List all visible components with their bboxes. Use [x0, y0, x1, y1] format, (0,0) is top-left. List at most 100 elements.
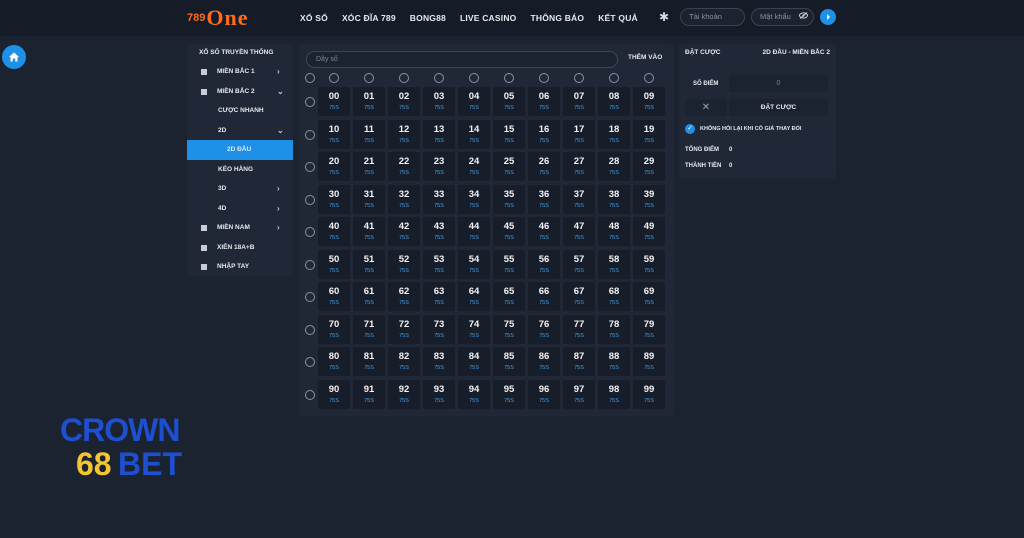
number-cell[interactable]: 62 75S	[388, 282, 420, 311]
number-cell[interactable]: 35 75S	[493, 185, 525, 214]
column-select-radio[interactable]	[434, 73, 444, 83]
number-cell[interactable]: 34 75S	[458, 185, 490, 214]
number-cell[interactable]: 84 75S	[458, 347, 490, 376]
number-cell[interactable]: 41 75S	[353, 217, 385, 246]
number-cell[interactable]: 76 75S	[528, 315, 560, 344]
row-select-radio[interactable]	[305, 227, 315, 237]
username-input[interactable]: Tài khoản	[680, 8, 745, 26]
number-cell[interactable]: 93 75S	[423, 380, 455, 409]
sidebar-item[interactable]: MIỀN BẮC 1 ›	[187, 62, 293, 82]
home-button[interactable]	[2, 45, 26, 69]
number-cell[interactable]: 81 75S	[353, 347, 385, 376]
sidebar-item[interactable]: NHẬP TAY	[187, 257, 293, 277]
number-cell[interactable]: 66 75S	[528, 282, 560, 311]
number-cell[interactable]: 68 75S	[598, 282, 630, 311]
number-cell[interactable]: 51 75S	[353, 250, 385, 279]
number-cell[interactable]: 04 75S	[458, 87, 490, 116]
login-button[interactable]	[820, 9, 836, 25]
number-cell[interactable]: 58 75S	[598, 250, 630, 279]
number-cell[interactable]: 01 75S	[353, 87, 385, 116]
number-cell[interactable]: 82 75S	[388, 347, 420, 376]
number-cell[interactable]: 92 75S	[388, 380, 420, 409]
sidebar-item[interactable]: 3D ›	[187, 179, 293, 199]
number-cell[interactable]: 20 75S	[318, 152, 350, 181]
nav-item[interactable]: XỔ SỐ	[300, 13, 328, 23]
nav-item[interactable]: LIVE CASINO	[460, 13, 517, 23]
number-cell[interactable]: 43 75S	[423, 217, 455, 246]
sidebar-item[interactable]: CƯỢC NHANH	[187, 101, 293, 121]
nav-item[interactable]: THÔNG BÁO	[530, 13, 584, 23]
row-select-radio[interactable]	[305, 390, 315, 400]
place-bet-button[interactable]: ĐẶT CƯỢC	[729, 99, 828, 116]
number-cell[interactable]: 39 75S	[633, 185, 665, 214]
row-select-radio[interactable]	[305, 260, 315, 270]
number-cell[interactable]: 96 75S	[528, 380, 560, 409]
column-select-radio[interactable]	[609, 73, 619, 83]
number-cell[interactable]: 06 75S	[528, 87, 560, 116]
number-cell[interactable]: 19 75S	[633, 120, 665, 149]
row-select-radio[interactable]	[305, 292, 315, 302]
sidebar-item[interactable]: 4D ›	[187, 199, 293, 219]
number-cell[interactable]: 33 75S	[423, 185, 455, 214]
row-select-radio[interactable]	[305, 97, 315, 107]
nav-item[interactable]: KẾT QUẢ	[598, 13, 638, 23]
column-select-radio[interactable]	[364, 73, 374, 83]
number-cell[interactable]: 70 75S	[318, 315, 350, 344]
site-logo[interactable]: 789 One	[187, 5, 248, 30]
number-cell[interactable]: 53 75S	[423, 250, 455, 279]
column-select-radio[interactable]	[539, 73, 549, 83]
number-cell[interactable]: 25 75S	[493, 152, 525, 181]
number-cell[interactable]: 14 75S	[458, 120, 490, 149]
number-cell[interactable]: 15 75S	[493, 120, 525, 149]
number-cell[interactable]: 69 75S	[633, 282, 665, 311]
row-select-radio[interactable]	[305, 162, 315, 172]
row-select-radio[interactable]	[305, 195, 315, 205]
number-cell[interactable]: 24 75S	[458, 152, 490, 181]
sidebar-item[interactable]: KÉO HÀNG	[187, 160, 293, 180]
number-cell[interactable]: 50 75S	[318, 250, 350, 279]
number-cell[interactable]: 61 75S	[353, 282, 385, 311]
number-cell[interactable]: 26 75S	[528, 152, 560, 181]
number-cell[interactable]: 56 75S	[528, 250, 560, 279]
column-select-radio[interactable]	[504, 73, 514, 83]
eye-icon[interactable]	[799, 12, 808, 21]
number-cell[interactable]: 94 75S	[458, 380, 490, 409]
number-cell[interactable]: 88 75S	[598, 347, 630, 376]
number-cell[interactable]: 79 75S	[633, 315, 665, 344]
number-cell[interactable]: 42 75S	[388, 217, 420, 246]
number-cell[interactable]: 71 75S	[353, 315, 385, 344]
number-cell[interactable]: 13 75S	[423, 120, 455, 149]
number-cell[interactable]: 89 75S	[633, 347, 665, 376]
column-select-radio[interactable]	[469, 73, 479, 83]
number-cell[interactable]: 83 75S	[423, 347, 455, 376]
number-cell[interactable]: 78 75S	[598, 315, 630, 344]
number-cell[interactable]: 80 75S	[318, 347, 350, 376]
number-cell[interactable]: 28 75S	[598, 152, 630, 181]
number-cell[interactable]: 65 75S	[493, 282, 525, 311]
number-cell[interactable]: 75 75S	[493, 315, 525, 344]
number-cell[interactable]: 32 75S	[388, 185, 420, 214]
number-cell[interactable]: 49 75S	[633, 217, 665, 246]
number-cell[interactable]: 08 75S	[598, 87, 630, 116]
number-cell[interactable]: 48 75S	[598, 217, 630, 246]
number-cell[interactable]: 85 75S	[493, 347, 525, 376]
sidebar-item[interactable]: XIÊN 18A+B	[187, 238, 293, 258]
number-cell[interactable]: 23 75S	[423, 152, 455, 181]
nav-item[interactable]: XÓC ĐĨA 789	[342, 13, 396, 23]
number-cell[interactable]: 38 75S	[598, 185, 630, 214]
column-select-radio[interactable]	[329, 73, 339, 83]
points-input[interactable]: 0	[729, 75, 828, 92]
number-cell[interactable]: 57 75S	[563, 250, 595, 279]
number-cell[interactable]: 03 75S	[423, 87, 455, 116]
sidebar-item[interactable]: 2D ĐẦU	[187, 140, 293, 160]
number-cell[interactable]: 29 75S	[633, 152, 665, 181]
number-cell[interactable]: 59 75S	[633, 250, 665, 279]
column-select-radio[interactable]	[574, 73, 584, 83]
number-cell[interactable]: 27 75S	[563, 152, 595, 181]
number-cell[interactable]: 77 75S	[563, 315, 595, 344]
number-cell[interactable]: 67 75S	[563, 282, 595, 311]
number-cell[interactable]: 18 75S	[598, 120, 630, 149]
number-cell[interactable]: 54 75S	[458, 250, 490, 279]
row-select-radio[interactable]	[305, 130, 315, 140]
number-cell[interactable]: 86 75S	[528, 347, 560, 376]
